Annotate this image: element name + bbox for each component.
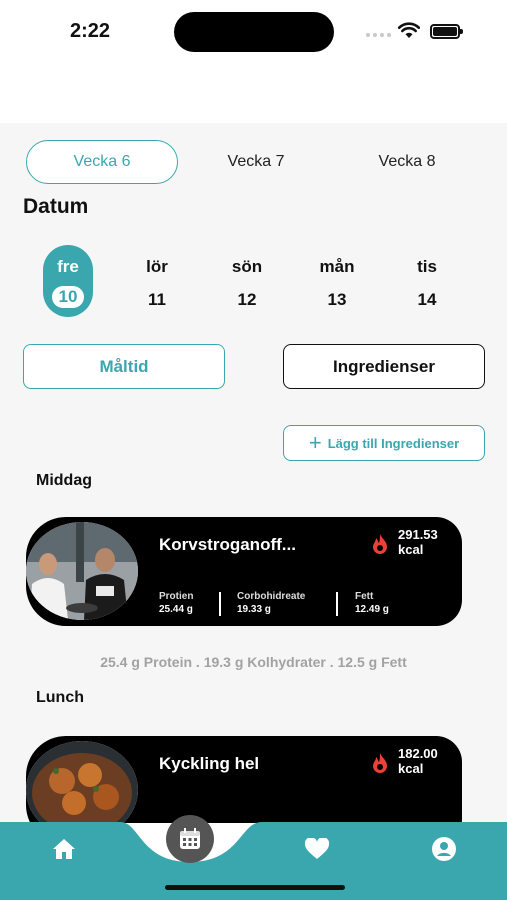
flame-icon bbox=[373, 753, 387, 773]
heart-icon[interactable] bbox=[304, 838, 330, 860]
day-name: fre bbox=[57, 257, 79, 276]
day-number: 13 bbox=[327, 290, 347, 309]
meal-kcal: 291.53 kcal bbox=[398, 527, 438, 557]
main-content: Vecka 6 Vecka 7 Vecka 8 Datum fre 10 lör… bbox=[0, 123, 507, 823]
section-lunch: Lunch bbox=[36, 689, 84, 706]
kcal-unit: kcal bbox=[398, 542, 424, 557]
date-heading: Datum bbox=[23, 195, 89, 218]
macro-fat: Fett 12.49 g bbox=[355, 590, 389, 616]
meal-kcal: 182.00 kcal bbox=[398, 746, 438, 776]
day-tis-14[interactable]: tis 14 bbox=[402, 245, 452, 317]
macro-protein: Protien 25.44 g bbox=[159, 590, 193, 616]
tab-vecka-6[interactable]: Vecka 6 bbox=[26, 140, 178, 184]
macro-divider bbox=[336, 592, 338, 616]
battery-icon bbox=[430, 24, 463, 39]
tab-vecka-7[interactable]: Vecka 7 bbox=[180, 140, 332, 184]
meal-photo bbox=[26, 522, 138, 620]
day-lor-11[interactable]: lör 11 bbox=[132, 245, 182, 317]
meal-title: Korvstroganoff... bbox=[159, 535, 296, 554]
home-icon[interactable] bbox=[52, 838, 76, 860]
meal-title: Kyckling hel bbox=[159, 754, 260, 773]
maltid-button[interactable]: Måltid bbox=[23, 344, 225, 389]
signal-icon bbox=[366, 33, 391, 37]
home-indicator bbox=[165, 885, 345, 890]
add-ingredients-button[interactable]: + Lägg till Ingredienser bbox=[283, 425, 485, 461]
macro-value: 12.49 g bbox=[355, 604, 389, 615]
wifi-icon bbox=[398, 22, 420, 38]
day-number: 12 bbox=[237, 290, 257, 309]
kcal-unit: kcal bbox=[398, 761, 424, 776]
ingredienser-button[interactable]: Ingredienser bbox=[283, 344, 485, 389]
macro-label: Corbohidreate bbox=[237, 591, 306, 602]
day-number: 10 bbox=[52, 286, 84, 308]
status-time: 2:22 bbox=[70, 20, 111, 42]
meal-photo bbox=[26, 741, 138, 823]
tab-vecka-8[interactable]: Vecka 8 bbox=[331, 140, 483, 184]
profile-icon[interactable] bbox=[431, 836, 457, 862]
flame-icon bbox=[373, 534, 387, 554]
plus-icon: + bbox=[308, 430, 322, 455]
day-name: tis bbox=[417, 257, 437, 276]
day-number: 11 bbox=[148, 290, 166, 309]
add-ingredients-label: Lägg till Ingredienser bbox=[327, 435, 460, 451]
day-number: 14 bbox=[417, 290, 437, 309]
macro-label: Protien bbox=[159, 591, 194, 602]
macro-value: 25.44 g bbox=[159, 604, 193, 615]
kcal-value: 291.53 bbox=[398, 527, 438, 542]
kcal-value: 182.00 bbox=[398, 746, 438, 761]
meal-card-korvstroganoff[interactable]: Korvstroganoff... 291.53 kcal Protien 25… bbox=[26, 517, 462, 626]
dynamic-island bbox=[174, 12, 334, 52]
daily-macro-summary: 25.4 g Protein . 19.3 g Kolhydrater . 12… bbox=[100, 654, 407, 670]
status-bar: 2:22 bbox=[0, 0, 507, 70]
calendar-button[interactable] bbox=[166, 815, 214, 863]
meal-card-kyckling-hel[interactable]: Kyckling hel 182.00 kcal bbox=[26, 736, 462, 823]
day-fre-10[interactable]: fre 10 bbox=[43, 245, 93, 317]
section-middag: Middag bbox=[36, 472, 92, 489]
day-name: sön bbox=[231, 257, 263, 276]
macro-label: Fett bbox=[355, 591, 374, 602]
macro-divider bbox=[219, 592, 221, 616]
calendar-icon bbox=[180, 828, 200, 849]
macro-value: 19.33 g bbox=[237, 604, 271, 615]
macro-carbs: Corbohidreate 19.33 g bbox=[237, 590, 305, 616]
day-son-12[interactable]: sön 12 bbox=[222, 245, 272, 317]
day-man-13[interactable]: mån 13 bbox=[312, 245, 362, 317]
day-name: mån bbox=[319, 257, 355, 276]
day-name: lör bbox=[146, 257, 168, 276]
